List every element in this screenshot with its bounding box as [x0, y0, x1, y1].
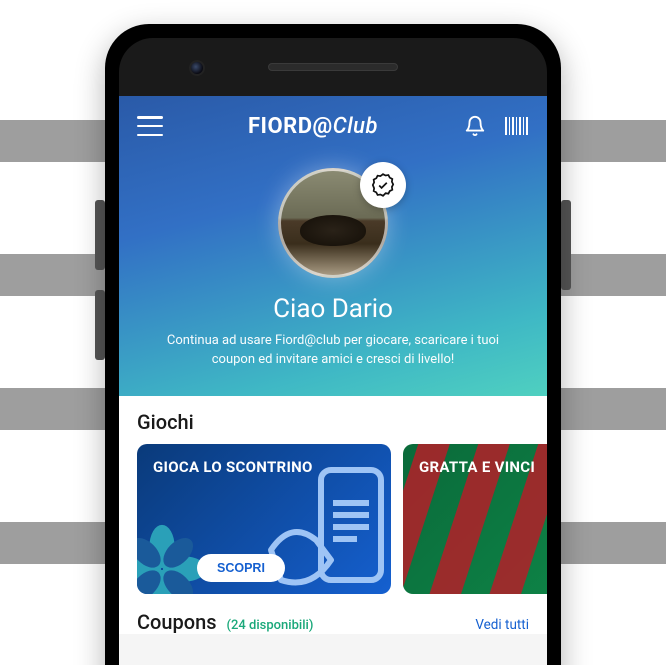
game-card-cta-button[interactable]: SCOPRI	[197, 554, 285, 582]
phone-notch	[119, 38, 547, 96]
brand-at: @	[313, 114, 333, 139]
brand-suffix: Club	[333, 114, 378, 139]
game-card-gratta[interactable]: GRATTA E VINCI SCOPRI	[403, 444, 547, 594]
barcode-icon[interactable]	[505, 114, 529, 138]
game-card-title: GRATTA E VINCI	[419, 458, 547, 476]
top-bar: FIORD@Club	[137, 110, 529, 142]
hero-subtext: Continua ad usare Fiord@club per giocare…	[137, 332, 529, 370]
verified-badge-icon[interactable]	[360, 162, 406, 208]
app-screen: FIORD@Club	[119, 96, 547, 665]
phone-volume-down	[95, 290, 105, 360]
phone-volume-up	[95, 200, 105, 270]
menu-icon[interactable]	[137, 116, 163, 136]
bell-icon[interactable]	[463, 114, 487, 138]
phone-speaker	[268, 63, 398, 71]
view-all-link[interactable]: Vedi tutti	[475, 617, 529, 633]
games-section-title: Giochi	[137, 410, 547, 434]
coupons-section-title: Coupons	[137, 610, 217, 634]
hero-section: FIORD@Club	[119, 96, 547, 396]
game-card-scontrino[interactable]: GIOCA LO SCONTRINO SCOPRI	[137, 444, 391, 594]
coupons-section-header: Coupons (24 disponibili) Vedi tutti	[119, 598, 547, 634]
phone-camera	[189, 60, 205, 76]
flower-decoration-icon	[137, 524, 207, 594]
brand-name: FIORD	[248, 114, 313, 139]
phone-frame: FIORD@Club	[105, 24, 561, 665]
avatar-container[interactable]	[278, 168, 388, 278]
brand-logo: FIORD@Club	[248, 114, 378, 139]
coupons-count-label: (24 disponibili)	[227, 618, 314, 633]
phone-power-button	[561, 200, 571, 290]
greeting-text: Ciao Dario	[137, 294, 529, 324]
games-card-list: GIOCA LO SCONTRINO SCOPRI GRATTA E VINCI…	[137, 444, 547, 594]
games-section: Giochi GIOCA LO SCONTRINO SCOPRI GRATTA	[119, 396, 547, 598]
game-card-title: GIOCA LO SCONTRINO	[153, 458, 375, 476]
